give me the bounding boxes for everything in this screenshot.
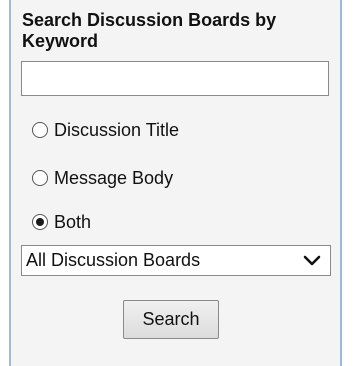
radio-message-body-circle[interactable] (32, 170, 48, 186)
radio-discussion-title-circle[interactable] (32, 122, 48, 138)
search-panel: Search Discussion Boards by Keyword Disc… (9, 0, 342, 366)
radio-both-circle[interactable] (32, 214, 48, 230)
panel-title: Search Discussion Boards by Keyword (22, 10, 277, 51)
discussion-board-select[interactable]: All Discussion Boards (21, 245, 331, 276)
radio-message-body[interactable]: Message Body (32, 165, 173, 191)
radio-discussion-title-label: Discussion Title (54, 120, 180, 140)
keyword-input[interactable] (21, 61, 329, 96)
radio-both[interactable]: Both (32, 209, 91, 235)
radio-both-label: Both (54, 212, 92, 232)
search-button[interactable]: Search (123, 300, 219, 339)
discussion-board-select-value: All Discussion Boards (26, 250, 201, 270)
radio-discussion-title[interactable]: Discussion Title (32, 117, 179, 143)
chevron-down-icon[interactable] (300, 249, 324, 273)
radio-message-body-label: Message Body (54, 168, 174, 188)
